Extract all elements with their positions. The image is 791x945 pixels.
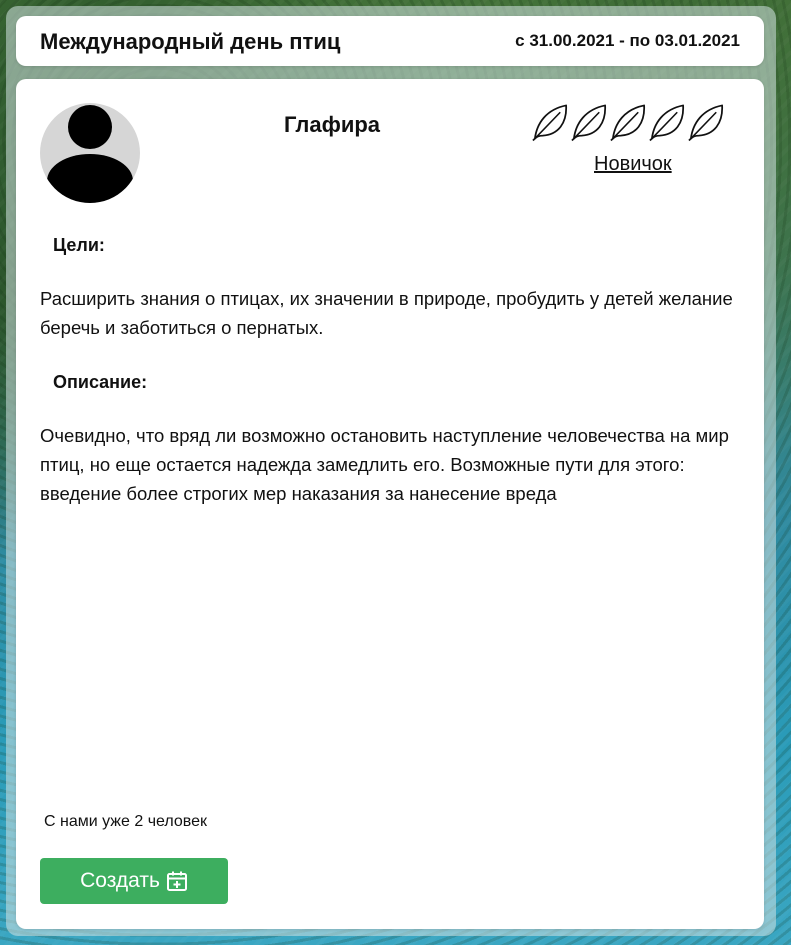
leaf-icon bbox=[532, 104, 567, 142]
user-rank-link[interactable]: Новичок bbox=[594, 153, 672, 176]
leaf-icon bbox=[610, 104, 645, 142]
members-count: С нами уже 2 человек bbox=[44, 813, 208, 830]
calendar-plus-icon bbox=[166, 871, 187, 891]
leaf-icon bbox=[688, 104, 723, 142]
event-card: Глафира Новичок Цели: Расширить знания о… bbox=[16, 79, 764, 929]
event-title: Международный день птиц bbox=[40, 29, 341, 54]
goals-label: Цели: bbox=[53, 235, 105, 255]
user-avatar-icon[interactable] bbox=[40, 103, 140, 203]
description-label: Описание: bbox=[53, 372, 148, 392]
event-dates: с 31.00.2021 - по 03.01.2021 bbox=[515, 31, 740, 50]
user-rating bbox=[531, 101, 726, 143]
user-name: Глафира bbox=[284, 112, 381, 137]
create-button[interactable]: Создать bbox=[40, 858, 228, 904]
leaf-icon bbox=[571, 104, 606, 142]
leaf-icon bbox=[649, 104, 684, 142]
goals-text: Расширить знания о птицах, их значении в… bbox=[40, 288, 733, 338]
create-button-label: Создать bbox=[80, 869, 160, 892]
event-header: Международный день птиц с 31.00.2021 - п… bbox=[16, 16, 764, 66]
description-text: Очевидно, что вряд ли возможно остановит… bbox=[40, 425, 729, 504]
